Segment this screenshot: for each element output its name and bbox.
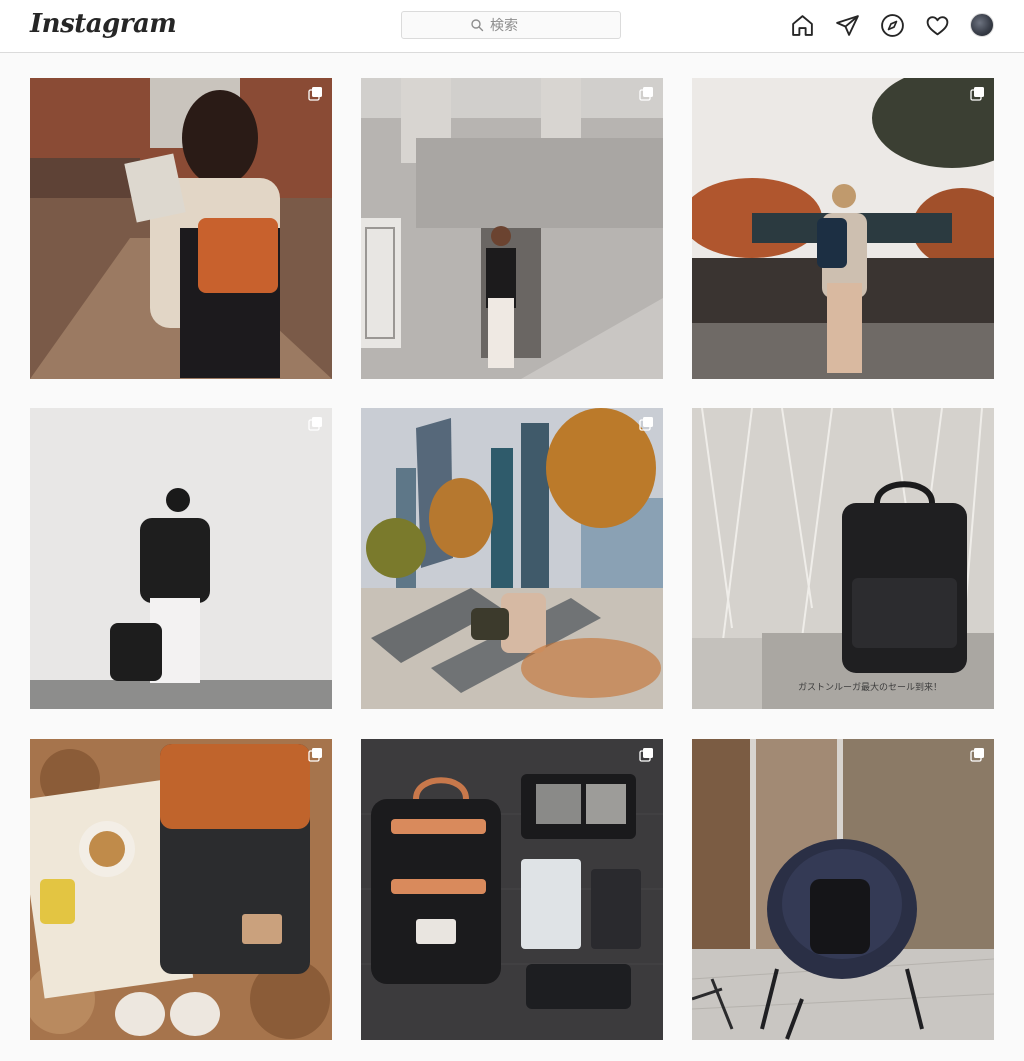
post-image <box>692 408 994 709</box>
post-thumbnail-4[interactable] <box>30 408 332 709</box>
multiple-photos-icon <box>639 417 653 431</box>
nav-icons <box>790 13 994 38</box>
post-thumbnail-7[interactable] <box>30 739 332 1040</box>
post-thumbnail-1[interactable] <box>30 78 332 379</box>
post-thumbnail-3[interactable] <box>692 78 994 379</box>
search-input[interactable] <box>488 16 552 34</box>
explore-icon[interactable] <box>880 13 905 38</box>
post-image <box>30 78 332 379</box>
multiple-photos-icon <box>308 417 322 431</box>
multiple-photos-icon <box>970 87 984 101</box>
profile-avatar[interactable] <box>970 13 994 37</box>
multiple-photos-icon <box>308 87 322 101</box>
post-image <box>30 408 332 709</box>
search-icon <box>471 19 484 32</box>
multiple-photos-icon <box>639 748 653 762</box>
post-thumbnail-6[interactable]: ガストンルーガ最大のセール到来！ <box>692 408 994 709</box>
post-thumbnail-9[interactable] <box>692 739 994 1040</box>
home-icon[interactable] <box>790 13 815 38</box>
multiple-photos-icon <box>308 748 322 762</box>
multiple-photos-icon <box>639 87 653 101</box>
direct-message-icon[interactable] <box>835 13 860 38</box>
image-overlay-text: ガストンルーガ最大のセール到来！ <box>797 683 942 693</box>
instagram-logo[interactable]: Instagram <box>30 9 177 39</box>
post-image <box>361 78 663 379</box>
heart-icon[interactable] <box>925 13 950 38</box>
post-image <box>361 408 663 709</box>
post-image <box>361 739 663 1040</box>
post-image <box>692 78 994 379</box>
post-image <box>30 739 332 1040</box>
post-thumbnail-5[interactable] <box>361 408 663 709</box>
post-thumbnail-8[interactable] <box>361 739 663 1040</box>
top-navigation-bar: Instagram <box>0 0 1024 53</box>
post-image <box>692 739 994 1040</box>
post-thumbnail-2[interactable] <box>361 78 663 379</box>
search-box[interactable] <box>401 11 621 39</box>
multiple-photos-icon <box>970 748 984 762</box>
